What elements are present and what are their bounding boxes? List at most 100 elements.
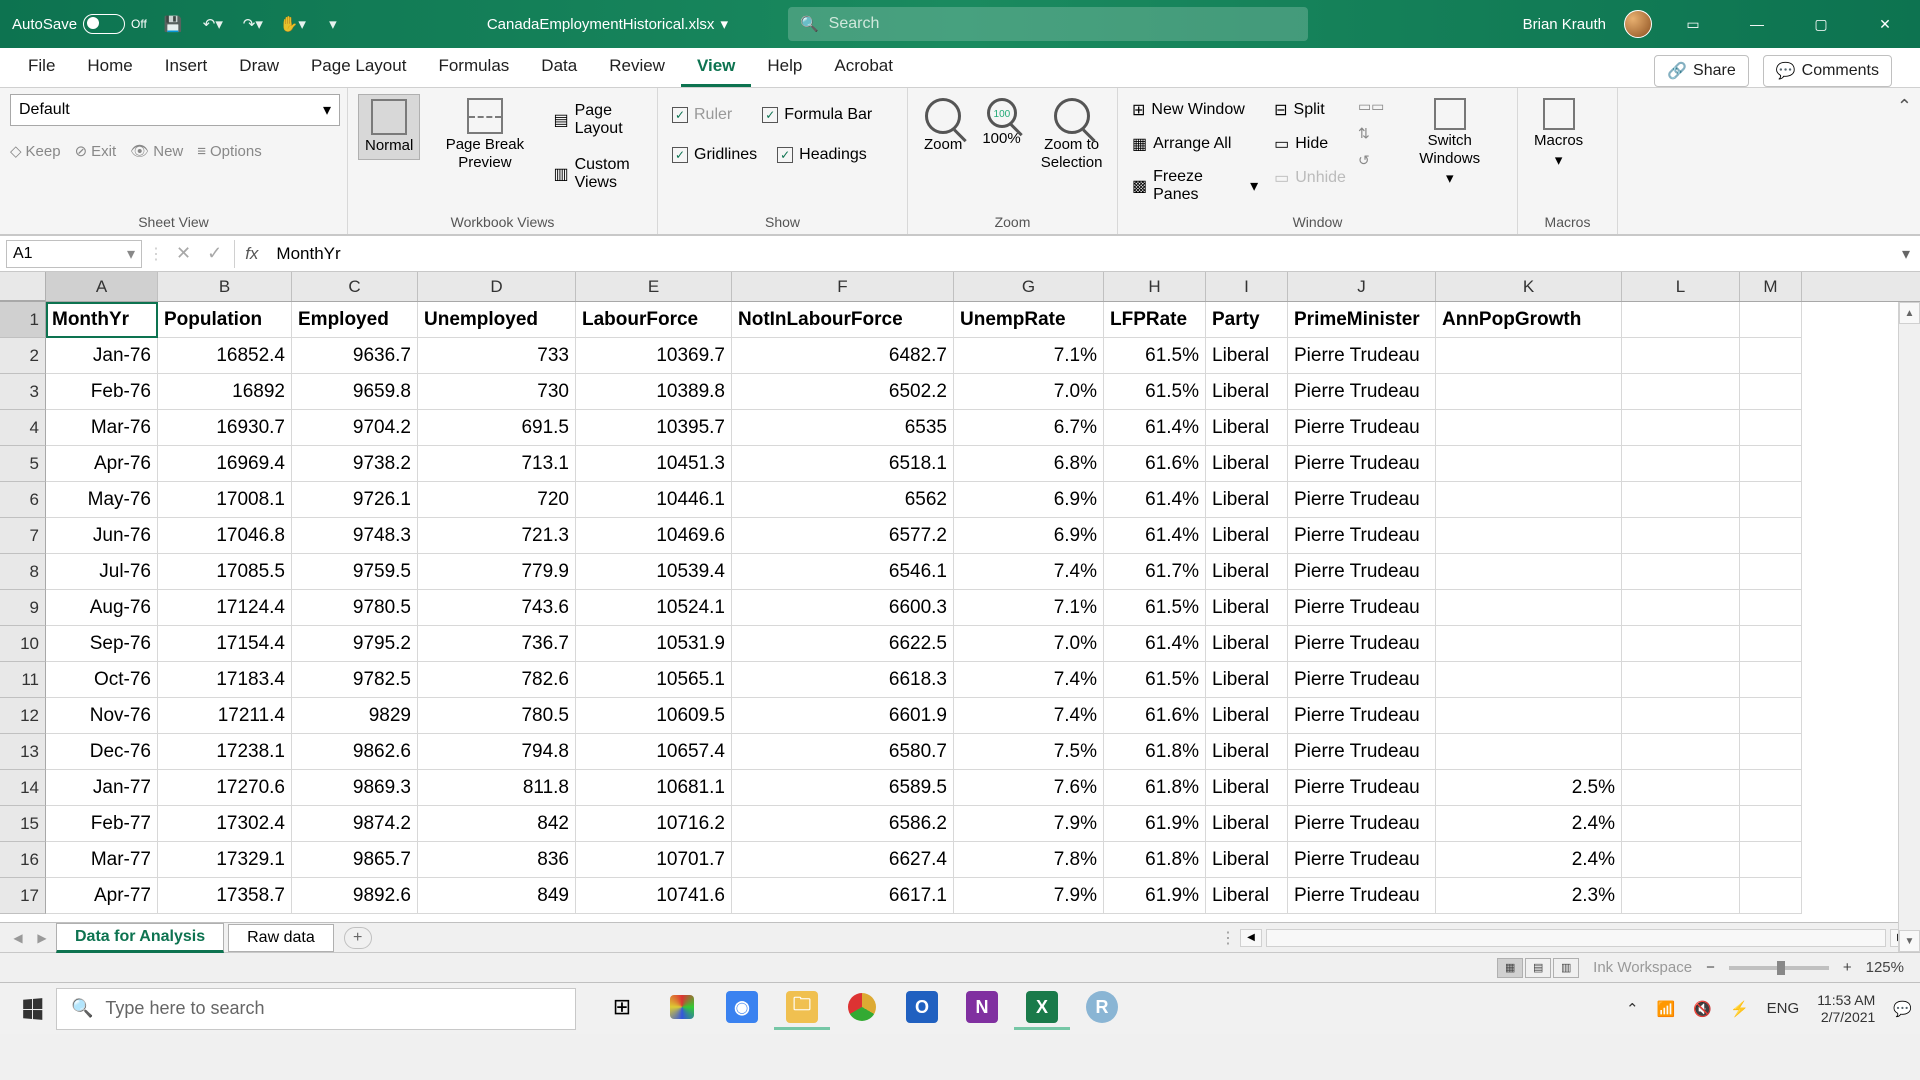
cell[interactable]: Pierre Trudeau — [1288, 806, 1436, 842]
cell[interactable]: Nov-76 — [46, 698, 158, 734]
cell[interactable] — [1622, 878, 1740, 914]
row-header[interactable]: 7 — [0, 518, 46, 554]
cell[interactable]: Pierre Trudeau — [1288, 734, 1436, 770]
cell[interactable]: 61.4% — [1104, 410, 1206, 446]
cell[interactable] — [1436, 554, 1622, 590]
cell[interactable] — [1740, 698, 1802, 734]
cell[interactable]: 743.6 — [418, 590, 576, 626]
cell[interactable]: 733 — [418, 338, 576, 374]
cell[interactable]: 6589.5 — [732, 770, 954, 806]
column-header[interactable]: J — [1288, 272, 1436, 301]
ribbon-tab-view[interactable]: View — [681, 48, 751, 87]
column-header[interactable]: A — [46, 272, 158, 301]
row-header[interactable]: 5 — [0, 446, 46, 482]
column-header[interactable]: M — [1740, 272, 1802, 301]
taskbar-search[interactable]: 🔍 Type here to search — [56, 988, 576, 1030]
headings-checkbox[interactable]: ✓Headings — [773, 144, 871, 166]
volume-icon[interactable]: 🔇 — [1693, 1000, 1712, 1018]
cell[interactable]: 16969.4 — [158, 446, 292, 482]
sheet-tab-active[interactable]: Data for Analysis — [56, 923, 224, 953]
cell[interactable]: 6600.3 — [732, 590, 954, 626]
cell[interactable]: 7.4% — [954, 662, 1104, 698]
cell[interactable] — [1622, 662, 1740, 698]
cell[interactable]: 2.4% — [1436, 806, 1622, 842]
sheet-tab[interactable]: Raw data — [228, 924, 334, 952]
cell[interactable] — [1622, 842, 1740, 878]
cell[interactable]: 6546.1 — [732, 554, 954, 590]
cell[interactable]: 7.1% — [954, 338, 1104, 374]
cell[interactable]: Pierre Trudeau — [1288, 374, 1436, 410]
row-header[interactable]: 2 — [0, 338, 46, 374]
name-box[interactable]: A1▾ — [6, 240, 142, 268]
column-header[interactable]: B — [158, 272, 292, 301]
cell[interactable]: Pierre Trudeau — [1288, 482, 1436, 518]
cell[interactable]: 2.4% — [1436, 842, 1622, 878]
cell[interactable]: 17302.4 — [158, 806, 292, 842]
cell[interactable]: Mar-76 — [46, 410, 158, 446]
cell[interactable] — [1740, 518, 1802, 554]
zoom-in-button[interactable]: + — [1843, 959, 1852, 976]
cell[interactable]: Pierre Trudeau — [1288, 410, 1436, 446]
cell[interactable]: Liberal — [1206, 842, 1288, 878]
cell[interactable] — [1740, 842, 1802, 878]
cell[interactable]: 6627.4 — [732, 842, 954, 878]
cell[interactable]: 61.9% — [1104, 878, 1206, 914]
ribbon-tab-page-layout[interactable]: Page Layout — [295, 48, 422, 87]
cell[interactable] — [1740, 482, 1802, 518]
cell[interactable] — [1740, 554, 1802, 590]
cell[interactable]: Party — [1206, 302, 1288, 338]
column-header[interactable]: L — [1622, 272, 1740, 301]
ribbon-display-icon[interactable]: ▭ — [1670, 4, 1716, 44]
cell[interactable]: 6535 — [732, 410, 954, 446]
cell[interactable]: 17183.4 — [158, 662, 292, 698]
cell[interactable]: 9759.5 — [292, 554, 418, 590]
cell[interactable]: 849 — [418, 878, 576, 914]
cell[interactable]: 17238.1 — [158, 734, 292, 770]
comments-button[interactable]: 💬Comments — [1763, 55, 1892, 87]
cell[interactable]: 61.8% — [1104, 734, 1206, 770]
cell[interactable]: Liberal — [1206, 698, 1288, 734]
cell[interactable]: 7.1% — [954, 590, 1104, 626]
cell[interactable] — [1622, 590, 1740, 626]
search-input[interactable]: 🔍 — [788, 7, 1308, 41]
cell[interactable]: Pierre Trudeau — [1288, 662, 1436, 698]
cell[interactable] — [1622, 734, 1740, 770]
arrange-all-button[interactable]: ▦Arrange All — [1128, 132, 1262, 156]
cell[interactable]: 9892.6 — [292, 878, 418, 914]
cell[interactable]: 17329.1 — [158, 842, 292, 878]
column-header[interactable]: C — [292, 272, 418, 301]
row-header[interactable]: 8 — [0, 554, 46, 590]
cell[interactable]: 10716.2 — [576, 806, 732, 842]
cell[interactable]: 720 — [418, 482, 576, 518]
expand-formula-icon[interactable]: ▾ — [1892, 244, 1920, 264]
cell[interactable]: 713.1 — [418, 446, 576, 482]
macros-button[interactable]: Macros▾ — [1528, 94, 1589, 174]
sheet-nav-prev[interactable]: ◀ — [8, 931, 28, 945]
notifications-icon[interactable]: 💬 — [1893, 1000, 1912, 1018]
zoom-out-button[interactable]: − — [1706, 959, 1715, 976]
column-header[interactable]: I — [1206, 272, 1288, 301]
cell[interactable]: 6618.3 — [732, 662, 954, 698]
cell[interactable]: Liberal — [1206, 446, 1288, 482]
cell[interactable] — [1436, 698, 1622, 734]
cell[interactable]: 61.5% — [1104, 662, 1206, 698]
formula-input[interactable] — [268, 244, 1892, 264]
cell[interactable]: Pierre Trudeau — [1288, 590, 1436, 626]
cell[interactable]: 17270.6 — [158, 770, 292, 806]
cell[interactable] — [1622, 374, 1740, 410]
cell[interactable]: 61.4% — [1104, 626, 1206, 662]
start-button[interactable] — [8, 988, 56, 1030]
cell[interactable] — [1740, 338, 1802, 374]
normal-view-icon[interactable]: ▦ — [1497, 958, 1523, 978]
cell[interactable]: 2.3% — [1436, 878, 1622, 914]
cell[interactable]: Pierre Trudeau — [1288, 446, 1436, 482]
cell[interactable]: 6622.5 — [732, 626, 954, 662]
row-header[interactable]: 9 — [0, 590, 46, 626]
ribbon-tab-file[interactable]: File — [12, 48, 71, 87]
cell[interactable] — [1436, 518, 1622, 554]
cell[interactable]: 7.0% — [954, 374, 1104, 410]
cell[interactable] — [1740, 878, 1802, 914]
cell[interactable]: 794.8 — [418, 734, 576, 770]
cell[interactable]: 7.8% — [954, 842, 1104, 878]
cell[interactable]: 17358.7 — [158, 878, 292, 914]
